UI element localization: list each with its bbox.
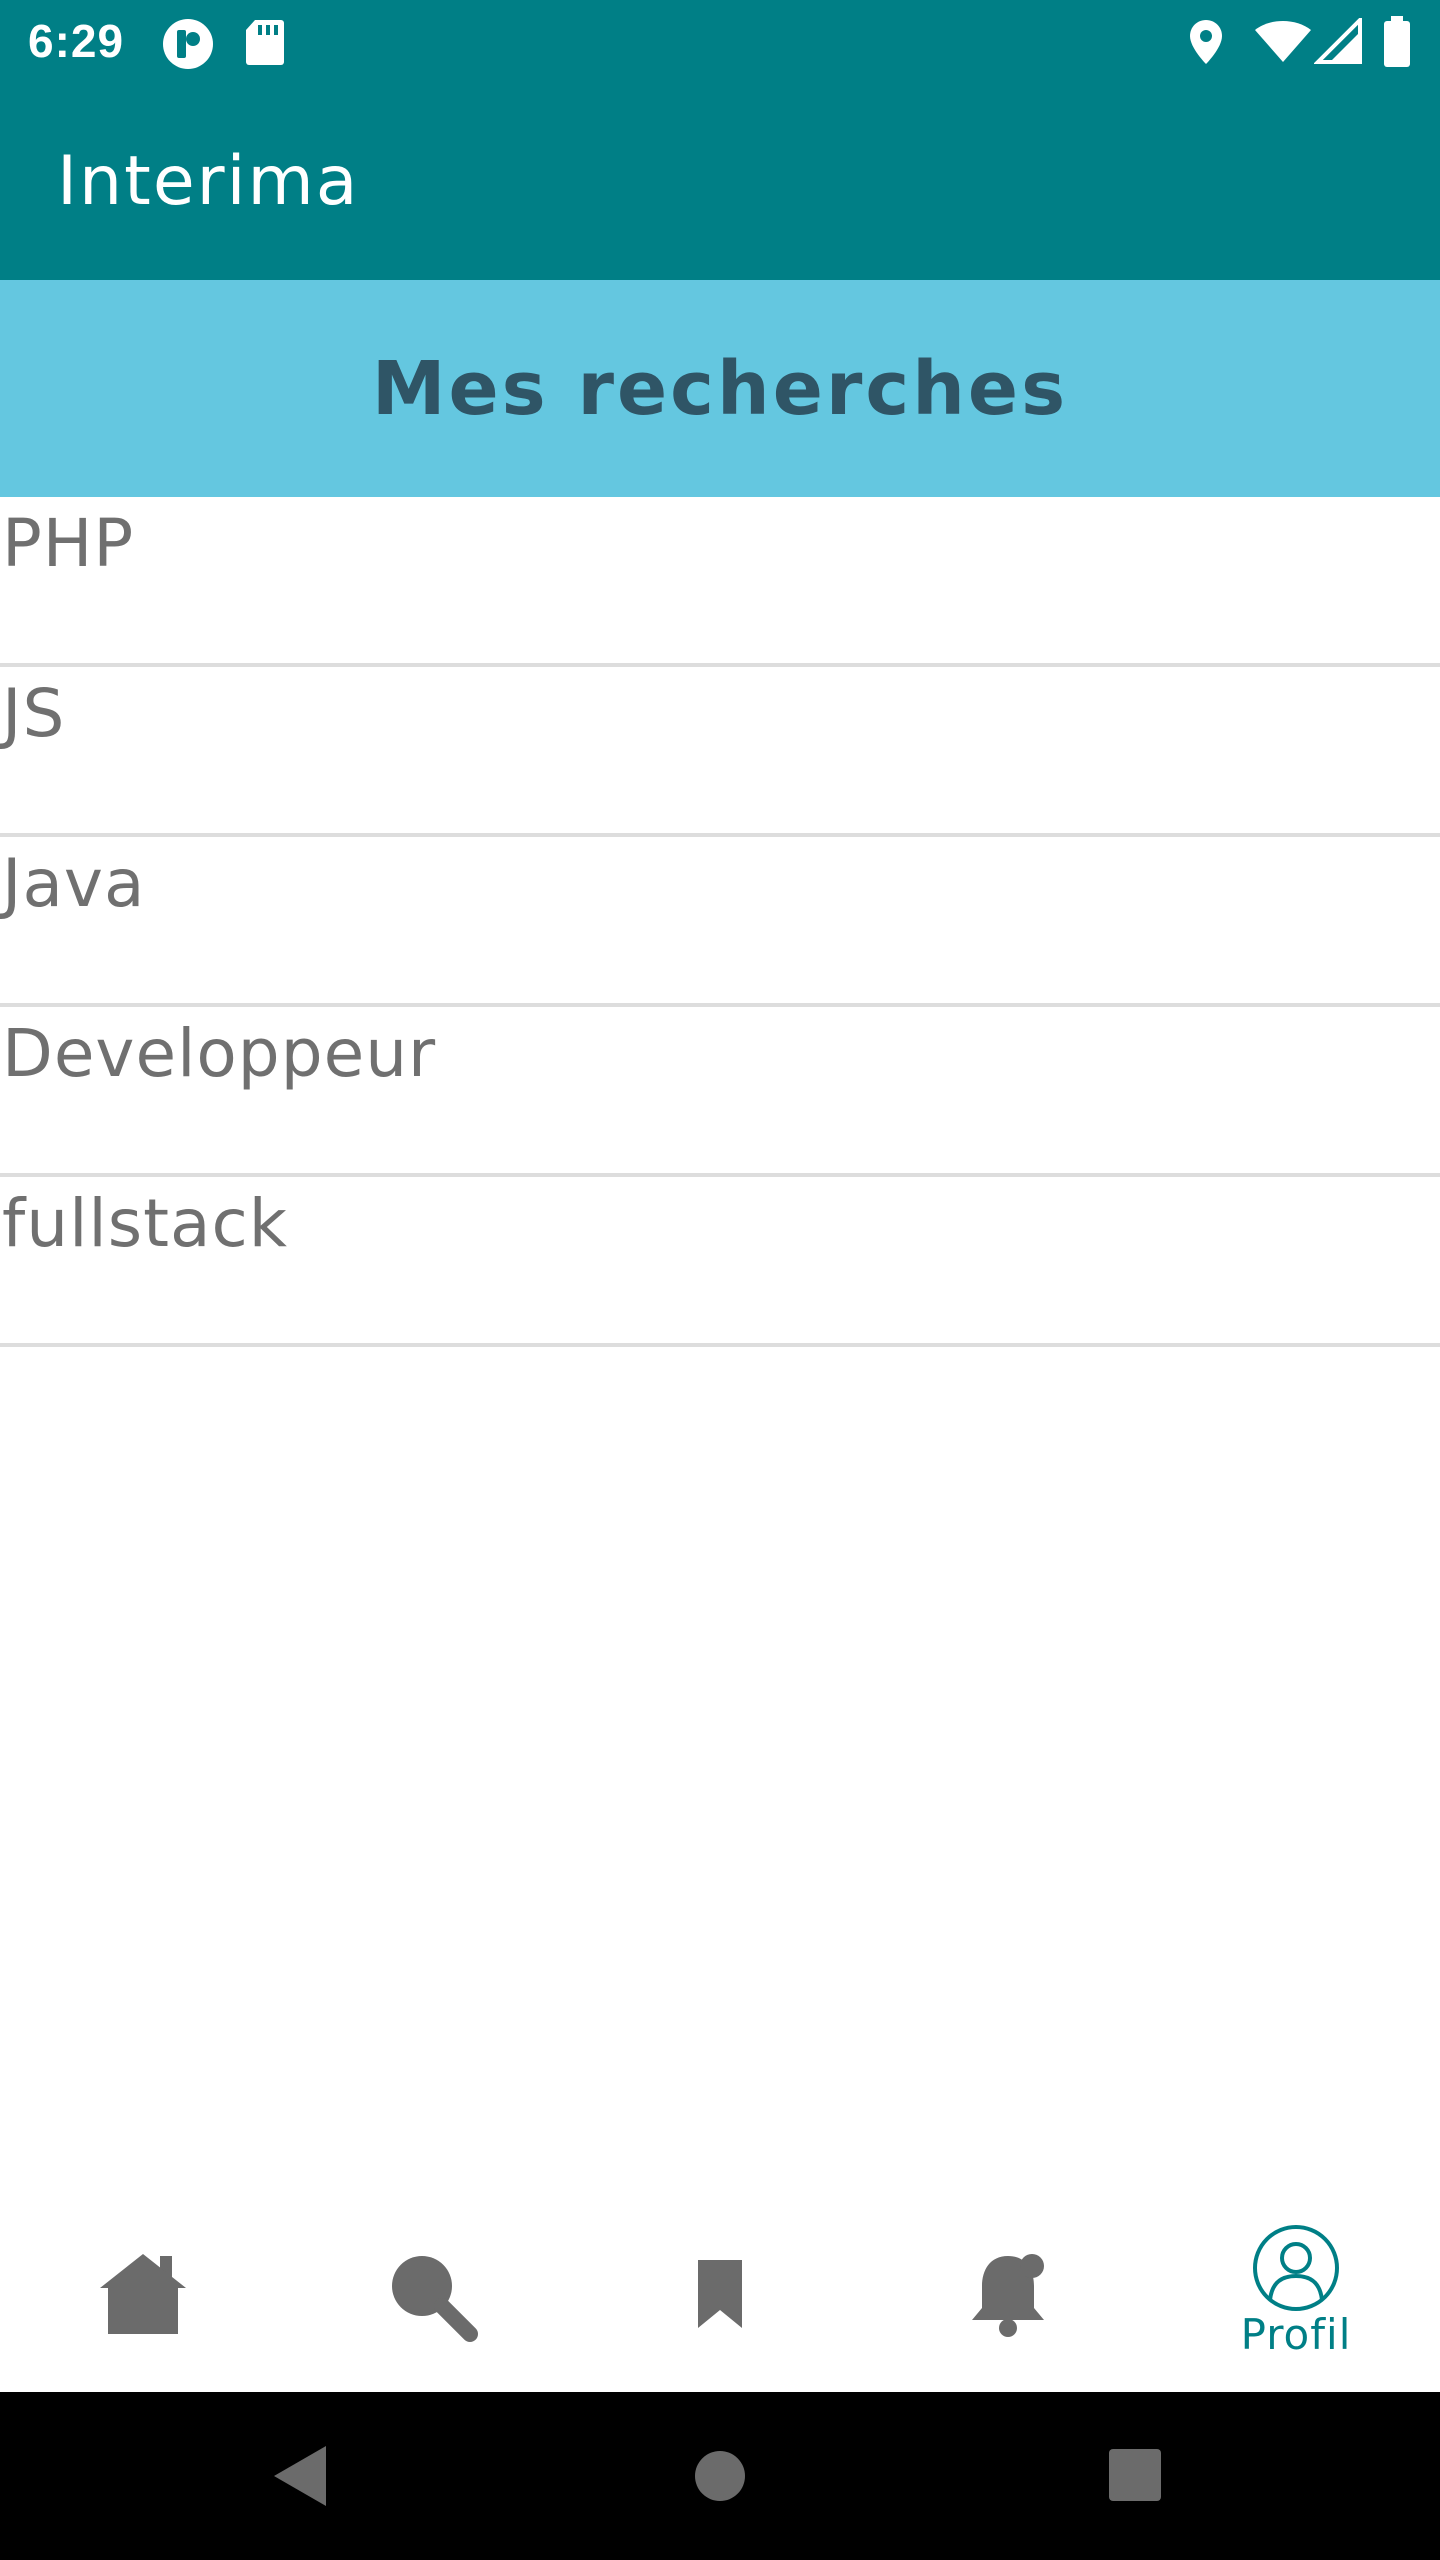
location-icon: [1190, 20, 1222, 64]
list-item[interactable]: PHP: [0, 497, 1440, 667]
home-icon: [100, 2254, 186, 2334]
list-item-label: Developpeur: [2, 1015, 437, 1092]
nav-item-bookmarks[interactable]: [576, 2190, 864, 2392]
battery-icon: [1384, 16, 1410, 67]
section-header: Mes recherches: [0, 280, 1440, 497]
list-item[interactable]: fullstack: [0, 1177, 1440, 1347]
list-item-label: JS: [2, 675, 66, 752]
nav-item-home[interactable]: [0, 2190, 288, 2392]
status-time: 6:29: [28, 15, 125, 67]
cell-signal-icon: [1314, 18, 1362, 64]
list-item[interactable]: JS: [0, 667, 1440, 837]
list-item-label: PHP: [2, 505, 135, 582]
profile-icon: [1253, 2225, 1339, 2311]
list-item[interactable]: Developpeur: [0, 1007, 1440, 1177]
home-circle-icon[interactable]: [694, 2450, 746, 2502]
nav-item-alerts[interactable]: [864, 2190, 1152, 2392]
list-item-label: Java: [2, 845, 146, 922]
status-bar: 6:29: [0, 0, 1440, 84]
section-title: Mes recherches: [371, 345, 1069, 432]
bottom-navigation: Profil: [0, 2190, 1440, 2392]
nav-item-profile[interactable]: Profil: [1152, 2190, 1440, 2392]
bell-icon: [972, 2254, 1044, 2337]
back-icon[interactable]: [272, 2444, 328, 2508]
list-item[interactable]: Java: [0, 837, 1440, 1007]
search-list: PHP JS Java Developpeur fullstack: [0, 497, 1440, 1347]
wifi-icon: [1255, 21, 1311, 62]
list-item-label: fullstack: [2, 1185, 288, 1262]
search-icon: [392, 2256, 478, 2342]
nav-item-search[interactable]: [288, 2190, 576, 2392]
bookmark-icon: [698, 2260, 742, 2328]
app-title: Interima: [57, 142, 360, 221]
system-navigation-bar: [0, 2392, 1440, 2560]
notification-app-icon: [163, 19, 213, 69]
sd-card-icon: [246, 20, 284, 65]
nav-label-profile: Profil: [1240, 2310, 1352, 2359]
recents-icon[interactable]: [1108, 2448, 1162, 2502]
app-bar: Interima: [0, 84, 1440, 280]
